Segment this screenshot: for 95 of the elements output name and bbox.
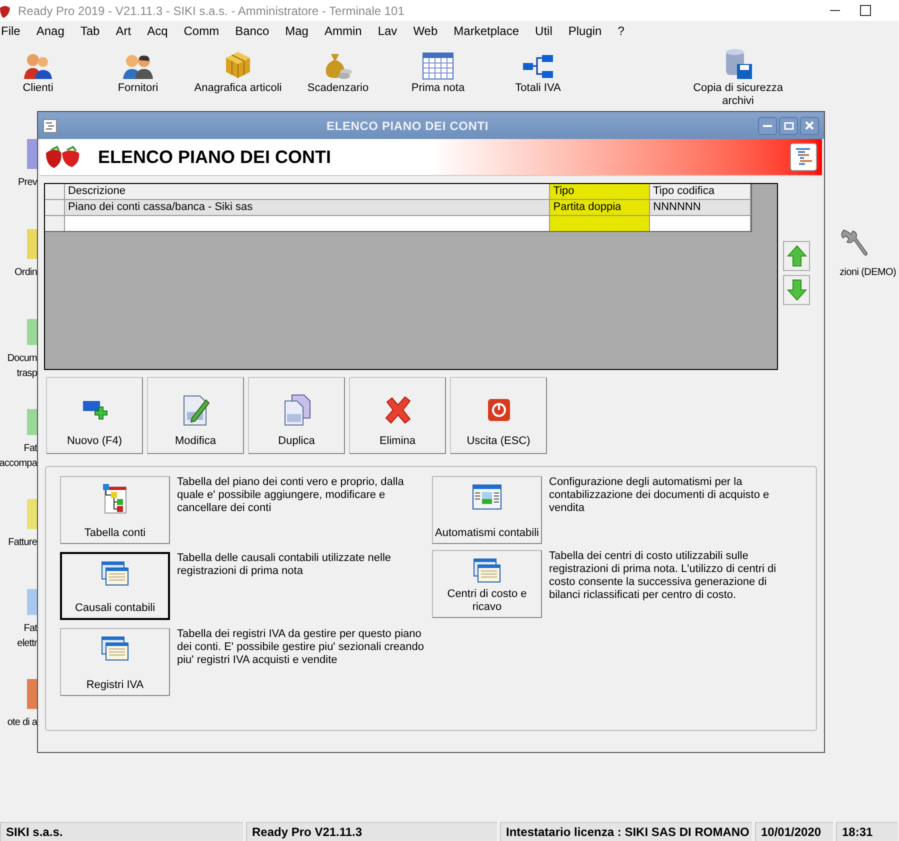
function-description: Tabella del piano dei conti vero e proprio, dalla quale e' possibile aggiungere, modificare e cancellare dei conti [177, 476, 405, 516]
move-up-button[interactable] [783, 241, 810, 271]
dialog-heading: ELENCO PIANO DEI CONTI [98, 146, 332, 168]
menu-item[interactable]: File [0, 22, 28, 40]
toolbar-button[interactable]: Scadenzario [290, 82, 386, 95]
toolbar-button[interactable]: Prima nota [390, 82, 486, 95]
minimize-button[interactable] [758, 116, 777, 134]
toolbar-button[interactable]: Fornitori [90, 82, 186, 95]
launcher-label[interactable]: Fat [24, 441, 37, 456]
strawberry-icon [0, 4, 10, 18]
move-down-button[interactable] [783, 275, 810, 305]
launcher-label[interactable]: trasp [16, 366, 37, 381]
menu-item[interactable]: Web [405, 22, 446, 40]
menu-item[interactable]: Acq [139, 22, 176, 40]
table-row[interactable]: Piano dei conti cassa/banca - Siki sas Partita doppia NNNNNN [45, 200, 751, 216]
down-arrow-icon [786, 279, 806, 301]
function-button[interactable]: Tabella conti [60, 476, 170, 544]
people-icon [23, 52, 53, 80]
menu-item[interactable]: ? [610, 22, 632, 40]
close-icon [805, 121, 814, 130]
form-window-icon [472, 484, 502, 510]
menu-item[interactable]: Ammin [316, 22, 370, 40]
menu-item[interactable]: Plugin [560, 22, 610, 40]
window-title: Ready Pro 2019 - V21.11.3 - SIKI s.a.s. - Amministratore - Terminale 101 [18, 2, 404, 20]
row-header [45, 216, 65, 231]
empty-cell[interactable] [550, 216, 650, 231]
menu-item[interactable]: Marketplace [446, 22, 528, 40]
column-header[interactable]: Descrizione [64, 184, 550, 199]
function-description: Tabella delle causali contabili utilizzate nelle registrazioni di prima nota [177, 552, 392, 579]
action-button[interactable]: Elimina [349, 377, 446, 454]
column-header[interactable]: Tipo codifica [650, 184, 751, 199]
menu-item[interactable]: Tab [72, 22, 108, 40]
menu-item[interactable]: Mag [277, 22, 316, 40]
toolbar-button[interactable]: Clienti [0, 82, 86, 95]
function-description: Tabella dei centri di costo utilizzabili sulle registrazioni di prima nota. L'utilizzo di centri di costo consente la successiva generazione di bilanci riclassificati per centro di costo. [549, 550, 778, 603]
function-description: Configurazione degli automatismi per la contabilizzazione dei documenti di acquisto e vendita [549, 476, 770, 516]
businessmen-icon [122, 52, 154, 80]
action-button[interactable]: Duplica [248, 377, 345, 454]
status-panel: Intestatario licenza : SIKI SAS DI ROMANO [500, 822, 752, 841]
menu-item[interactable]: Anag [28, 22, 72, 40]
launcher-label[interactable]: Prev [18, 175, 37, 190]
add-window-icon [82, 399, 108, 421]
function-button[interactable]: Registri IVA [60, 628, 170, 696]
status-panel: 10/01/2020 [755, 822, 833, 841]
windows-icon [473, 558, 501, 583]
minimize-icon[interactable] [830, 10, 840, 12]
power-icon [488, 399, 510, 421]
toolbar-button[interactable]: Copia di sicurezza archivi [690, 82, 786, 108]
wrench-icon [840, 228, 868, 258]
copy-documents-icon [282, 394, 310, 426]
toolbar-button[interactable]: Totali IVA [490, 82, 586, 95]
minimize-icon [763, 124, 772, 126]
windows-icon [101, 561, 129, 586]
tree-list-icon [794, 147, 812, 167]
menu-item[interactable]: Lav [370, 22, 406, 40]
toolbar-button[interactable]: Anagrafica articoli [190, 82, 286, 95]
tree-document-icon [103, 484, 127, 514]
action-button[interactable]: Modifica [147, 377, 244, 454]
column-header[interactable]: Tipo [550, 184, 650, 199]
launcher-label[interactable]: elettr [17, 636, 37, 651]
status-panel: Ready Pro V21.11.3 [246, 822, 497, 841]
action-button[interactable]: Uscita (ESC) [450, 377, 547, 454]
function-button[interactable]: Centri di costo e ricavo [432, 550, 542, 618]
tree-view-button[interactable] [790, 143, 817, 171]
function-button[interactable]: Automatismi contabili [432, 476, 542, 544]
launcher-label[interactable]: Docum [7, 351, 37, 366]
menu-item[interactable]: Comm [176, 22, 228, 40]
action-button[interactable]: Nuovo (F4) [46, 377, 143, 454]
table-cell: NNNNNN [650, 200, 751, 215]
close-button[interactable] [800, 116, 819, 134]
launcher-label[interactable]: Ordin [14, 265, 37, 280]
menu-item[interactable]: Banco [227, 22, 278, 40]
launcher-label[interactable]: ote di a [7, 715, 37, 730]
cross-icon [384, 396, 412, 424]
edit-document-icon [182, 394, 210, 426]
table-cell: Partita doppia [550, 200, 650, 215]
up-arrow-icon [786, 245, 806, 267]
maximize-icon [784, 122, 794, 130]
maximize-button[interactable] [779, 116, 798, 134]
maximize-icon[interactable] [860, 5, 871, 16]
function-description: Tabella dei registri IVA da gestire per questo piano dei conti. E' possibile gestire piu' sezionali creando piu' registri IVA acquisti e vendite [177, 628, 425, 668]
launcher-label[interactable]: Fat [24, 621, 37, 636]
status-panel: 18:31 [836, 822, 898, 841]
calendar-icon [422, 52, 454, 80]
function-button[interactable]: Causali contabili [60, 552, 170, 620]
launcher-label[interactable]: Fatture [8, 535, 37, 550]
launcher-label[interactable]: accompa [0, 456, 37, 471]
menu-item[interactable]: Art [108, 22, 140, 40]
launcher-label[interactable]: zioni (DEMO) [840, 265, 896, 280]
dialog-title: ELENCO PIANO DEI CONTI [326, 118, 490, 134]
menu-item[interactable]: Util [527, 22, 560, 40]
diagram-icon [522, 54, 554, 80]
list-icon [43, 118, 57, 132]
status-panel: SIKI s.a.s. [0, 822, 243, 841]
windows-icon [101, 636, 129, 661]
